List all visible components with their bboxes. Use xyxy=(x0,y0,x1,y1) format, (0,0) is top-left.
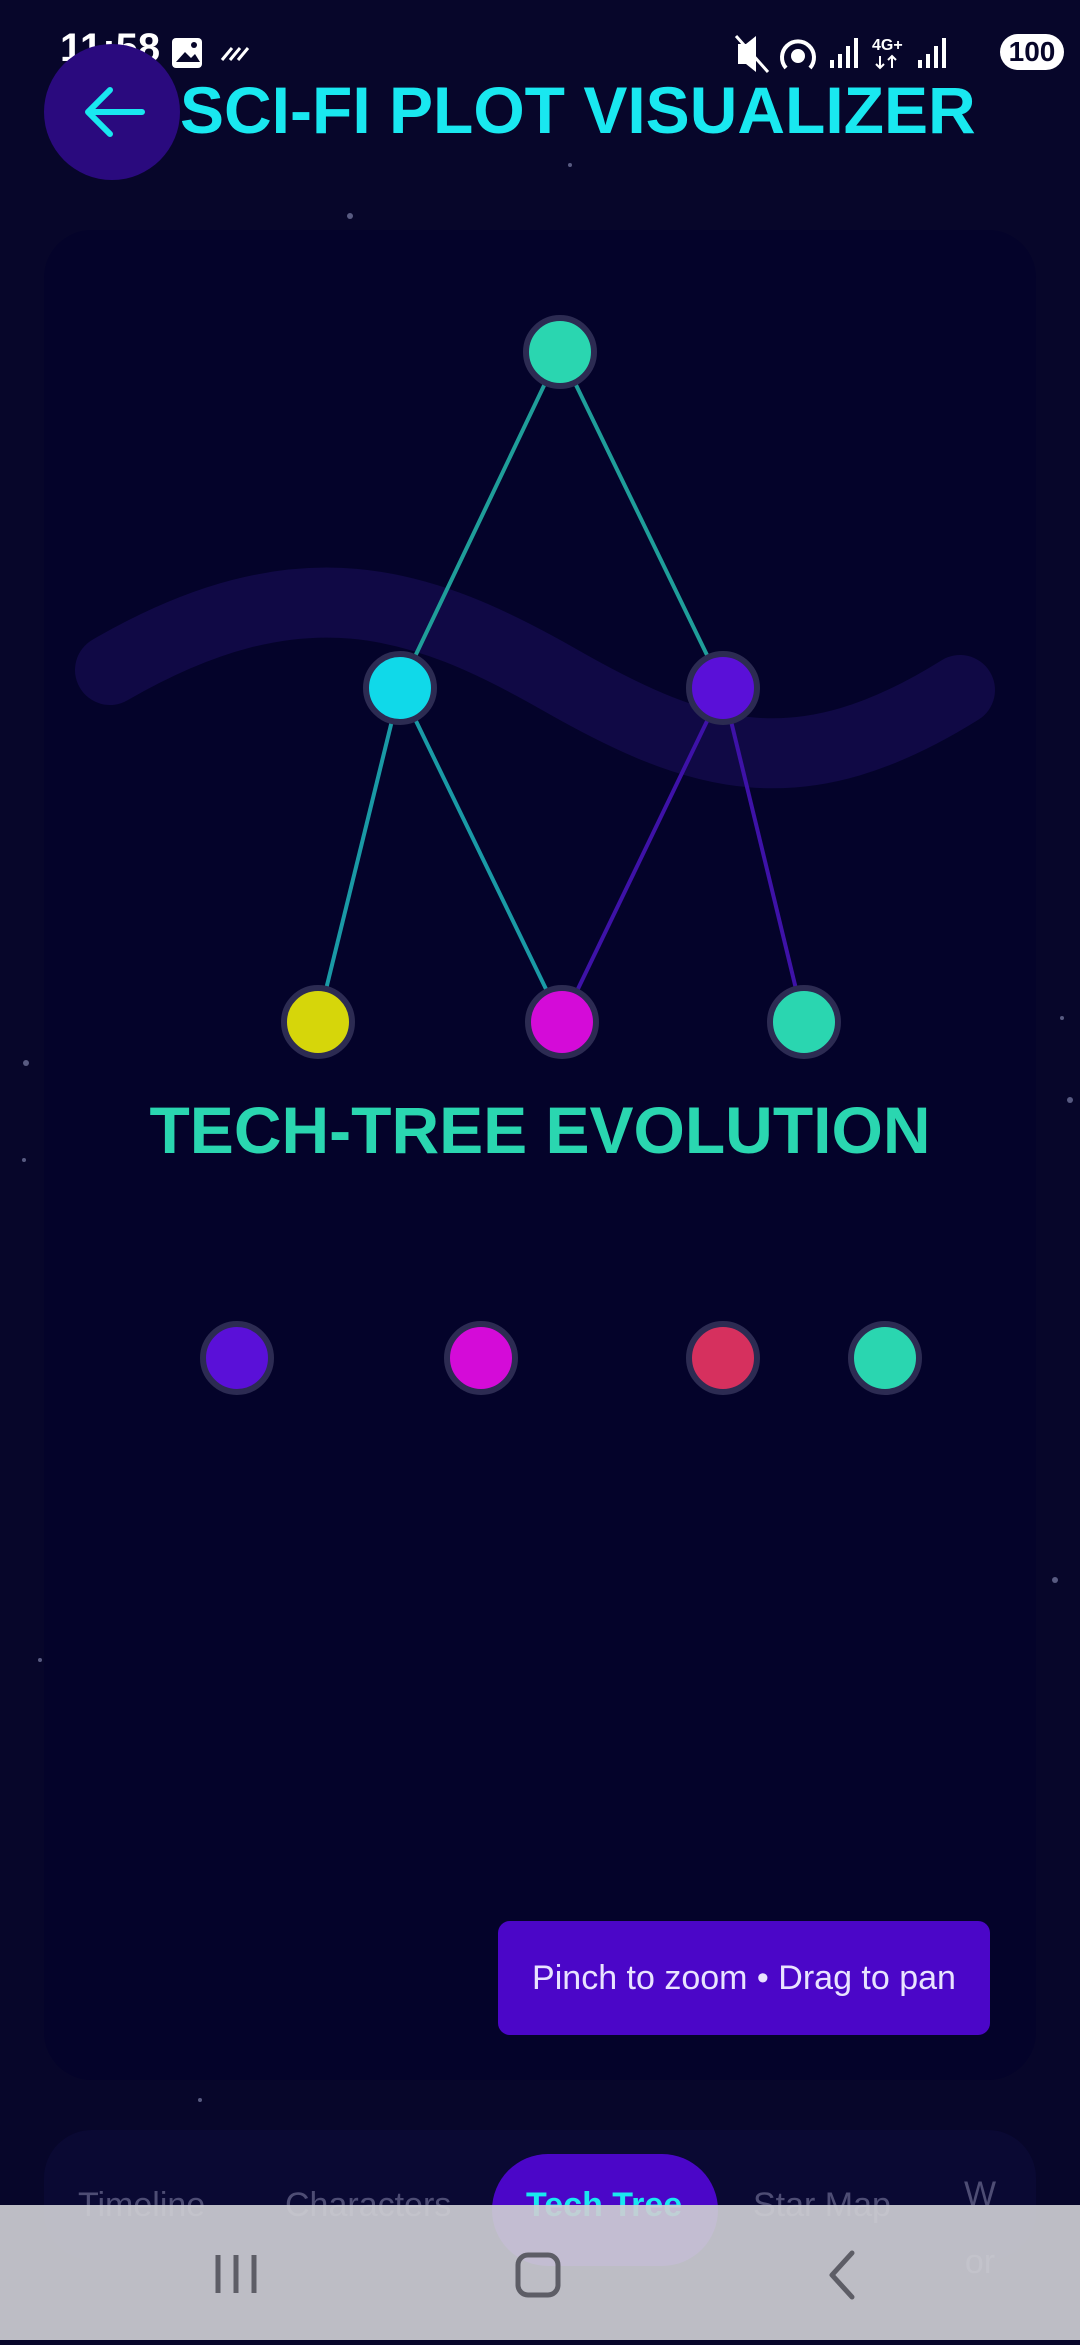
home-icon xyxy=(515,2252,561,2298)
tree-node-leaf-1 xyxy=(281,985,355,1059)
tree-node-right xyxy=(686,651,760,725)
tree-node-leaf-2 xyxy=(525,985,599,1059)
tree-node-row2-4 xyxy=(848,1321,922,1395)
tree-node-row2-2 xyxy=(444,1321,518,1395)
tree-node-row2-1 xyxy=(200,1321,274,1395)
recent-apps-icon xyxy=(215,2255,257,2293)
section-title: TECH-TREE EVOLUTION xyxy=(149,1093,931,1167)
tree-node-leaf-3 xyxy=(767,985,841,1059)
tree-node-root xyxy=(523,315,597,389)
nav-icons xyxy=(215,2250,855,2300)
back-nav-icon xyxy=(829,2250,855,2300)
gesture-hint: Pinch to zoom • Drag to pan xyxy=(498,1921,990,2035)
system-nav-bar xyxy=(0,2205,1080,2340)
tree-node-row2-3 xyxy=(686,1321,760,1395)
tree-node-left xyxy=(363,651,437,725)
